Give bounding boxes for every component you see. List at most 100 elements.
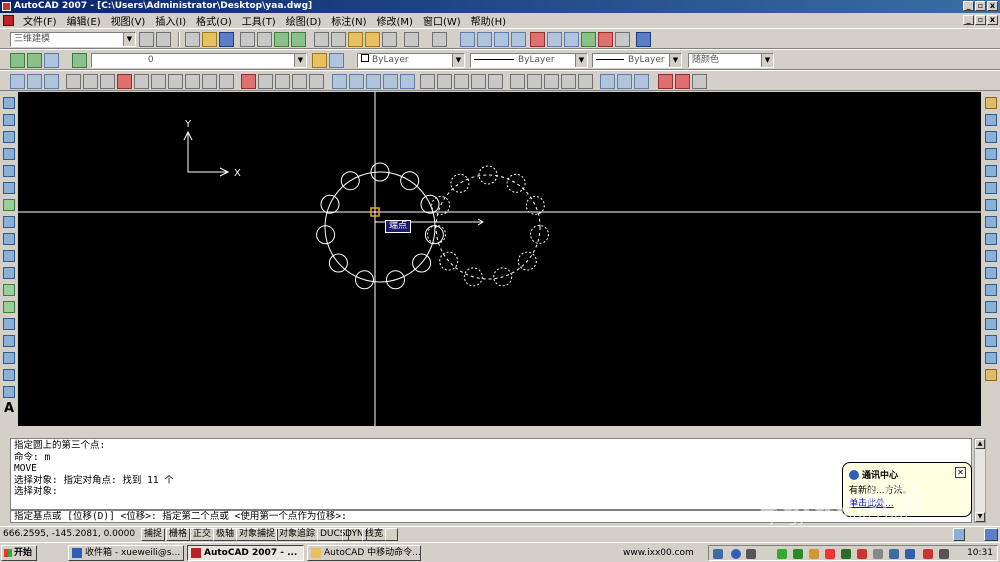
3d-array-icon[interactable]: [527, 74, 542, 89]
close-icon[interactable]: ✕: [955, 467, 966, 478]
redo-icon[interactable]: [432, 32, 447, 47]
cylinder-icon[interactable]: [151, 74, 166, 89]
cut-icon[interactable]: [314, 32, 329, 47]
menu-file[interactable]: 文件(F): [18, 13, 62, 28]
box-icon[interactable]: [83, 74, 98, 89]
intersect-icon[interactable]: [454, 74, 469, 89]
visual-style-realistic-icon[interactable]: [383, 74, 398, 89]
table-icon[interactable]: [3, 386, 15, 398]
3d-dwf-icon[interactable]: [291, 32, 306, 47]
break-icon[interactable]: [985, 301, 997, 313]
circle-icon[interactable]: [3, 199, 15, 211]
close-button[interactable]: x: [987, 1, 998, 11]
gradient-icon[interactable]: [3, 352, 15, 364]
minimize-button[interactable]: _: [963, 1, 974, 11]
help-tray-icon[interactable]: [731, 549, 741, 559]
lineweight-select[interactable]: ByLayer ▼: [592, 53, 682, 68]
scroll-up-icon[interactable]: ▲: [975, 439, 985, 449]
osnap-toggle[interactable]: 对象捕捉: [236, 528, 279, 541]
move-icon[interactable]: [985, 182, 997, 194]
communication-center-balloon[interactable]: 通讯中心 有新的...方法。 单击此处... ✕: [842, 462, 972, 517]
helix-icon[interactable]: [202, 74, 217, 89]
polar-toggle[interactable]: 极轴: [213, 528, 238, 541]
mirror-icon[interactable]: [985, 131, 997, 143]
zoom-window-icon[interactable]: [494, 32, 509, 47]
orbit-icon[interactable]: [10, 53, 25, 68]
save-icon[interactable]: [219, 32, 234, 47]
hatch-icon[interactable]: [3, 335, 15, 347]
make-object-layer-current-icon[interactable]: [312, 53, 327, 68]
tray-update-icon[interactable]: [857, 549, 867, 559]
visual-style-conceptual-icon[interactable]: [400, 74, 415, 89]
visual-style-2d-icon[interactable]: [332, 74, 347, 89]
zoom-previous-icon[interactable]: [511, 32, 526, 47]
flatshot-icon[interactable]: [578, 74, 593, 89]
scale-icon[interactable]: [985, 216, 997, 228]
model-space-icon[interactable]: [385, 528, 398, 541]
workspace-settings-icon[interactable]: [139, 32, 154, 47]
ucs-icon[interactable]: [10, 74, 25, 89]
explode-icon[interactable]: [985, 369, 997, 381]
menu-help[interactable]: 帮助(H): [466, 13, 511, 28]
menu-tools[interactable]: 工具(T): [237, 13, 281, 28]
wedge-icon[interactable]: [100, 74, 115, 89]
chamfer-icon[interactable]: [985, 335, 997, 347]
ortho-toggle[interactable]: 正交: [190, 528, 215, 541]
block-editor-icon[interactable]: [382, 32, 397, 47]
view-front-icon[interactable]: [617, 74, 632, 89]
multiline-text-icon[interactable]: A: [3, 402, 15, 415]
document-icon[interactable]: [3, 15, 14, 26]
arc-icon[interactable]: [3, 182, 15, 194]
layer-previous-icon[interactable]: [329, 53, 344, 68]
plot-preview-icon[interactable]: [257, 32, 272, 47]
tray-usb-icon[interactable]: [873, 549, 883, 559]
break-at-point-icon[interactable]: [985, 284, 997, 296]
lock-toolbar-icon[interactable]: [953, 528, 965, 541]
array-icon[interactable]: [985, 165, 997, 177]
volume-icon[interactable]: [939, 549, 949, 559]
ellipse-icon[interactable]: [3, 250, 15, 262]
design-center-icon[interactable]: [547, 32, 562, 47]
sweep-icon[interactable]: [275, 74, 290, 89]
spline-icon[interactable]: [3, 233, 15, 245]
menu-modify[interactable]: 修改(M): [372, 13, 418, 28]
lineweight-toggle[interactable]: 线宽: [362, 528, 387, 541]
sphere-icon[interactable]: [134, 74, 149, 89]
visual-style-3d-icon[interactable]: [349, 74, 364, 89]
taskbar-item-outlook[interactable]: 收件箱 - xueweili@s...: [68, 545, 184, 561]
microphone-icon[interactable]: [746, 549, 756, 559]
rectangle-icon[interactable]: [3, 165, 15, 177]
drawing-canvas[interactable]: YX 端点: [18, 92, 981, 426]
layer-select[interactable]: 0 ▼: [91, 53, 307, 68]
polyline-icon[interactable]: [3, 131, 15, 143]
menu-insert[interactable]: 插入(I): [150, 13, 191, 28]
security-shield-icon[interactable]: [777, 549, 787, 559]
loft-icon[interactable]: [309, 74, 324, 89]
paste-icon[interactable]: [348, 32, 363, 47]
tray-im-icon[interactable]: [889, 549, 899, 559]
snap-toggle[interactable]: 捕捉: [141, 528, 166, 541]
linetype-select[interactable]: ByLayer ▼: [470, 53, 588, 68]
ellipse-arc-icon[interactable]: [3, 267, 15, 279]
antivirus-icon[interactable]: [793, 549, 803, 559]
properties-icon[interactable]: [530, 32, 545, 47]
rotate-icon[interactable]: [985, 199, 997, 211]
camera-icon[interactable]: [692, 74, 707, 89]
extrude-icon[interactable]: [241, 74, 256, 89]
3d-move-icon[interactable]: [44, 53, 59, 68]
view-left-icon[interactable]: [634, 74, 649, 89]
pan-icon[interactable]: [460, 32, 475, 47]
taskbar-item-autocad[interactable]: AutoCAD 2007 - ...: [187, 545, 304, 561]
make-block-icon[interactable]: [3, 301, 15, 313]
section-plane-icon[interactable]: [510, 74, 525, 89]
color-select[interactable]: ByLayer ▼: [357, 53, 465, 68]
union-icon[interactable]: [420, 74, 435, 89]
construction-line-icon[interactable]: [3, 114, 15, 126]
3d-align-icon[interactable]: [488, 74, 503, 89]
tray-alert-icon[interactable]: [825, 549, 835, 559]
workspace-save-icon[interactable]: [156, 32, 171, 47]
publish-icon[interactable]: [274, 32, 289, 47]
command-scrollbar[interactable]: ▲ ▼: [974, 438, 986, 523]
stretch-icon[interactable]: [985, 233, 997, 245]
line-icon[interactable]: [3, 97, 15, 109]
